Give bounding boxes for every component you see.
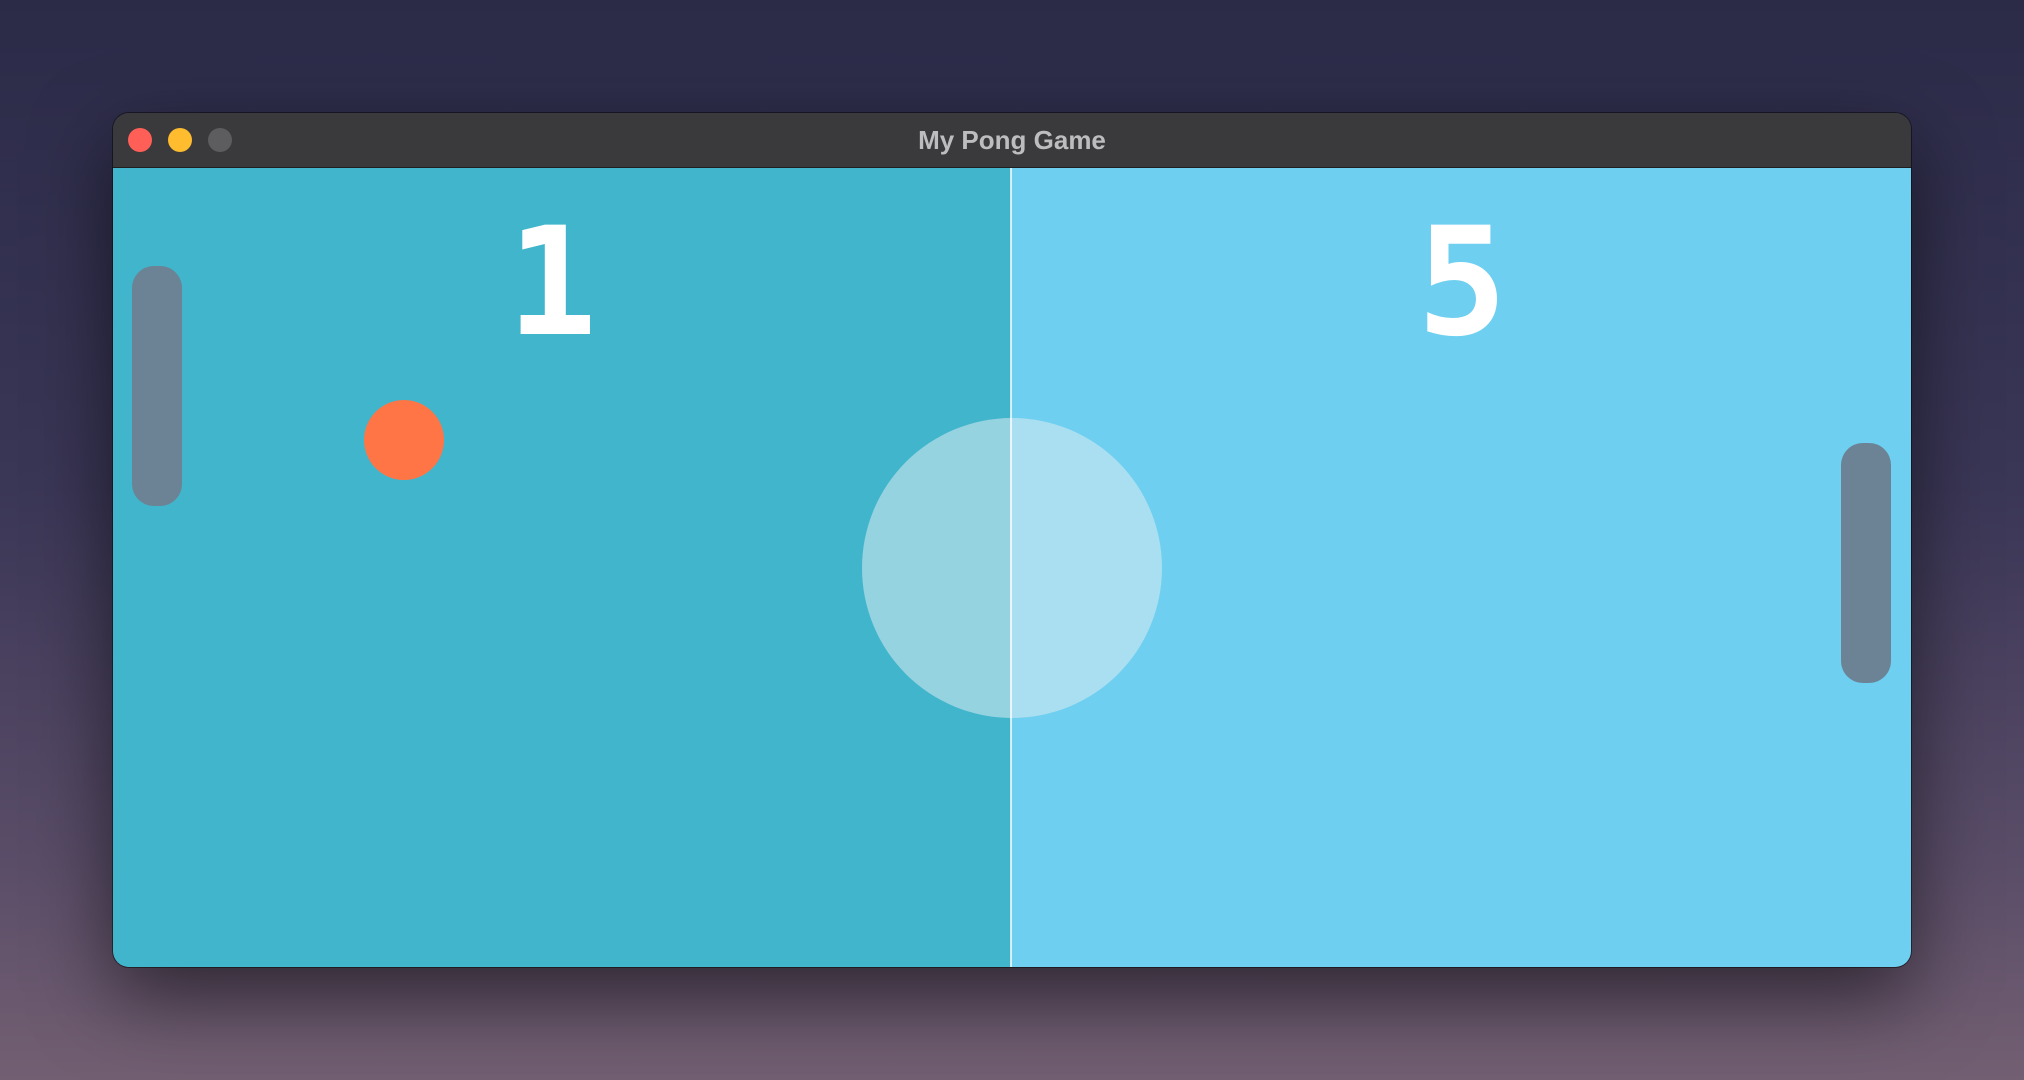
ball [364, 400, 444, 480]
game-window: My Pong Game 1 5 [113, 113, 1911, 967]
right-player-score: 5 [1416, 196, 1508, 370]
game-field[interactable]: 1 5 [113, 168, 1911, 967]
left-paddle[interactable] [132, 266, 182, 506]
right-paddle [1841, 443, 1891, 683]
window-title: My Pong Game [918, 125, 1106, 155]
title-bar: My Pong Game [113, 113, 1911, 168]
center-circle [862, 418, 1162, 718]
left-player-score: 1 [506, 196, 598, 370]
center-line [1010, 168, 1012, 967]
